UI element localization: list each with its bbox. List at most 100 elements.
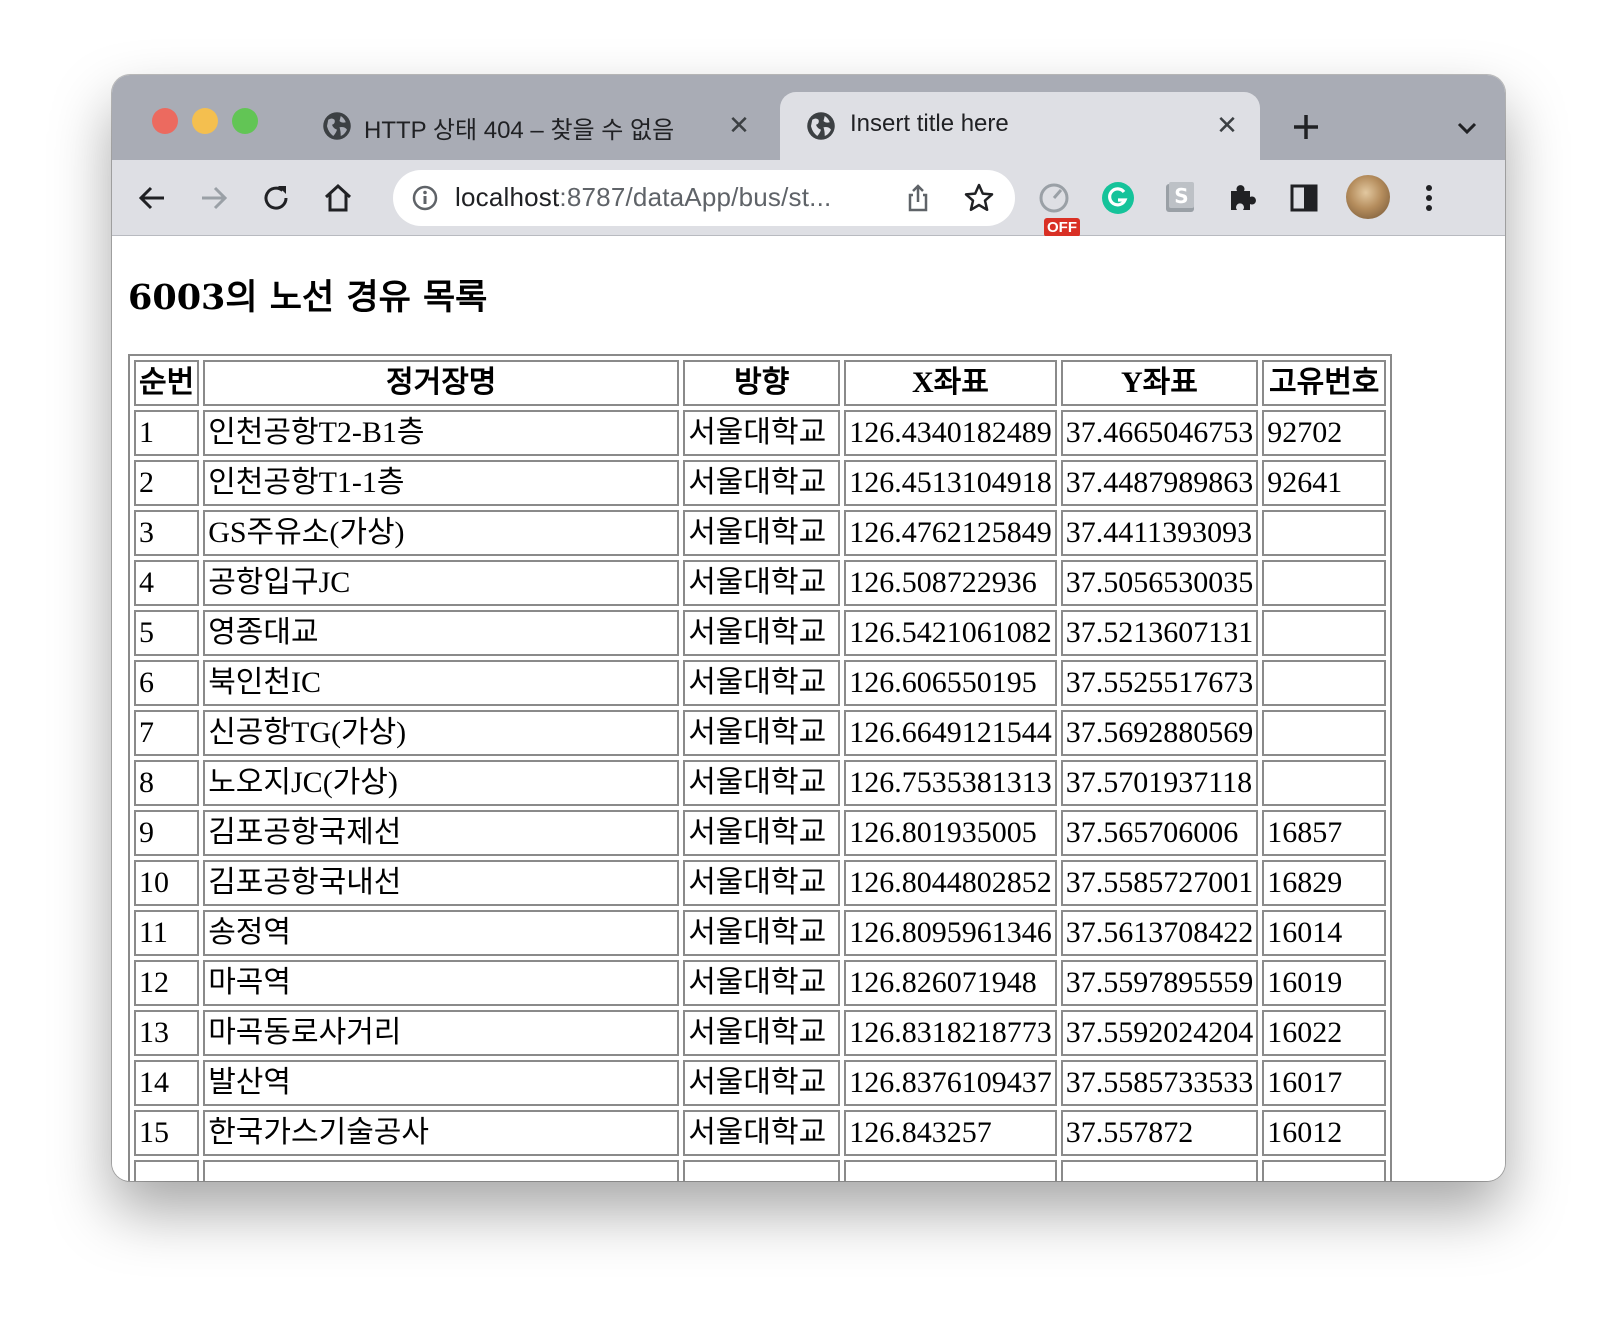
url-text[interactable]: localhost:8787/dataApp/bus/st... [455,182,831,213]
cell-y-coord: 37.565706006 [1060,810,1259,856]
share-icon[interactable] [903,183,933,213]
url-path: :8787/dataApp/bus/st... [559,182,832,212]
tab-title: Insert title here [850,110,1009,137]
cell-stop-name: 송정역 [203,910,680,956]
cell-x-coord: 126.4340182489 [844,410,1057,456]
cell-stop-name: 영종대교 [203,610,680,656]
cell-x-coord: 126.6649121544 [844,710,1057,756]
cell-x-coord: 126.8318218773 [844,1010,1057,1056]
puzzle-icon[interactable] [1222,178,1262,218]
cell-y-coord: 37.5597895559 [1060,960,1259,1006]
reload-icon[interactable] [258,180,294,216]
cell-x-coord: 126.843257 [844,1110,1057,1156]
cell-direction: 서울대학교 [683,760,841,806]
minimize-window-button[interactable] [192,108,218,134]
cell-stop-name: 인천공항T2-B1층 [203,410,680,456]
table-row: 15 한국가스기술공사 서울대학교 126.843257 37.557872 16012 [134,1110,1387,1156]
browser-window: HTTP 상태 404 – 찾을 수 없음 ✕ Insert title her… [112,75,1505,1181]
home-icon[interactable] [320,180,356,216]
avatar[interactable] [1346,175,1390,219]
cell-direction: 서울대학교 [683,910,841,956]
cell-sequence: 4 [134,560,200,606]
cell-direction: 서울대학교 [683,960,841,1006]
cell-stop-name: 김포공항국제선 [203,810,680,856]
table-row: 6 북인천IC 서울대학교 126.606550195 37.5525517673 [134,660,1387,706]
cell-x-coord: 126.4513104918 [844,460,1057,506]
cell-y-coord: 37.4411393093 [1060,510,1259,556]
cell-y-coord: 37.5525517673 [1060,660,1259,706]
cell-direction: 서울대학교 [683,510,841,556]
tab-insert-title[interactable]: Insert title here ✕ [780,92,1260,160]
table-row: 4 공항입구JC 서울대학교 126.508722936 37.5056530035 [134,560,1387,606]
cell-y-coord: 37.557872 [1060,1110,1259,1156]
table-row: 5 영종대교 서울대학교 126.5421061082 37.5213607131 [134,610,1387,656]
cell-sequence: 15 [134,1110,200,1156]
table-row: 11 송정역 서울대학교 126.8095961346 37.5613708422 160… [134,910,1387,956]
cell-stop-name: 김포공항국내선 [203,860,680,906]
grammarly-icon[interactable] [1098,178,1138,218]
speed-dial-extension[interactable]: OFF [1034,178,1080,237]
address-bar[interactable]: localhost:8787/dataApp/bus/st... [393,170,1015,226]
table-row: 8 노오지JC(가상) 서울대학교 126.7535381313 37.57019371… [134,760,1387,806]
cell-y-coord: 37.4665046753 [1060,410,1259,456]
cell-unique-id: 16017 [1262,1060,1387,1106]
kebab-menu-icon[interactable] [1414,180,1444,216]
cell-stop-name: 마곡역 [203,960,680,1006]
cell-y-coord: 37.5213607131 [1060,610,1259,656]
cell-direction: 서울대학교 [683,610,841,656]
cell-x-coord: 126.7535381313 [844,760,1057,806]
cell-x-coord: 126.801935005 [844,810,1057,856]
svg-text:S: S [1174,184,1188,208]
globe-icon [807,112,835,140]
cell-direction: 서울대학교 [683,410,841,456]
chevron-down-icon[interactable] [1452,113,1482,143]
new-tab-button[interactable] [1288,109,1324,145]
cell-stop-name [203,1160,680,1181]
url-host: localhost [455,182,560,212]
table-row: 1 인천공항T2-B1층 서울대학교 126.4340182489 37.4665046… [134,410,1387,456]
sidebar-icon[interactable] [1284,178,1324,218]
cell-sequence: 10 [134,860,200,906]
zoom-window-button[interactable] [232,108,258,134]
s-extension-icon[interactable]: S [1160,178,1200,218]
cell-unique-id: 16857 [1262,810,1387,856]
cell-y-coord: 37.5585727001 [1060,860,1259,906]
cell-sequence: 12 [134,960,200,1006]
column-header-direction: 방향 [683,360,841,406]
cell-x-coord [844,1160,1057,1181]
tab-http-404[interactable]: HTTP 상태 404 – 찾을 수 없음 ✕ [308,92,768,160]
table-header-row: 순번 정거장명 방향 X좌표 Y좌표 고유번호 [134,360,1387,406]
plus-icon [1294,115,1318,139]
cell-x-coord: 126.508722936 [844,560,1057,606]
table-row: 7 신공항TG(가상) 서울대학교 126.6649121544 37.56928805… [134,710,1387,756]
table-row: 12 마곡역 서울대학교 126.826071948 37.5597895559 1601… [134,960,1387,1006]
close-window-button[interactable] [152,108,178,134]
info-icon[interactable] [411,184,439,212]
close-tab-icon[interactable]: ✕ [1212,111,1242,141]
cell-direction: 서울대학교 [683,710,841,756]
cell-direction: 서울대학교 [683,860,841,906]
cell-y-coord: 37.4487989863 [1060,460,1259,506]
close-tab-icon[interactable]: ✕ [724,111,754,141]
cell-unique-id: 92702 [1262,410,1387,456]
cell-unique-id [1262,1160,1387,1181]
column-header-x-coord: X좌표 [844,360,1057,406]
table-row: 10 김포공항국내선 서울대학교 126.8044802852 37.558572700… [134,860,1387,906]
cell-sequence: 2 [134,460,200,506]
column-header-sequence: 순번 [134,360,200,406]
back-arrow-icon[interactable] [134,180,170,216]
cell-stop-name: GS주유소(가상) [203,510,680,556]
cell-sequence: 11 [134,910,200,956]
browser-toolbar: localhost:8787/dataApp/bus/st... OFF S [112,160,1505,237]
column-header-unique-id: 고유번호 [1262,360,1387,406]
cell-unique-id: 92641 [1262,460,1387,506]
cell-y-coord: 37.5613708422 [1060,910,1259,956]
forward-arrow-icon[interactable] [196,180,232,216]
extension-off-badge: OFF [1044,218,1080,237]
cell-unique-id [1262,560,1387,606]
cell-direction: 서울대학교 [683,1110,841,1156]
tab-strip: HTTP 상태 404 – 찾을 수 없음 ✕ Insert title her… [112,75,1505,160]
star-icon[interactable] [963,182,995,214]
table-body: 1 인천공항T2-B1층 서울대학교 126.4340182489 37.4665046… [134,410,1387,1181]
cell-unique-id: 16019 [1262,960,1387,1006]
